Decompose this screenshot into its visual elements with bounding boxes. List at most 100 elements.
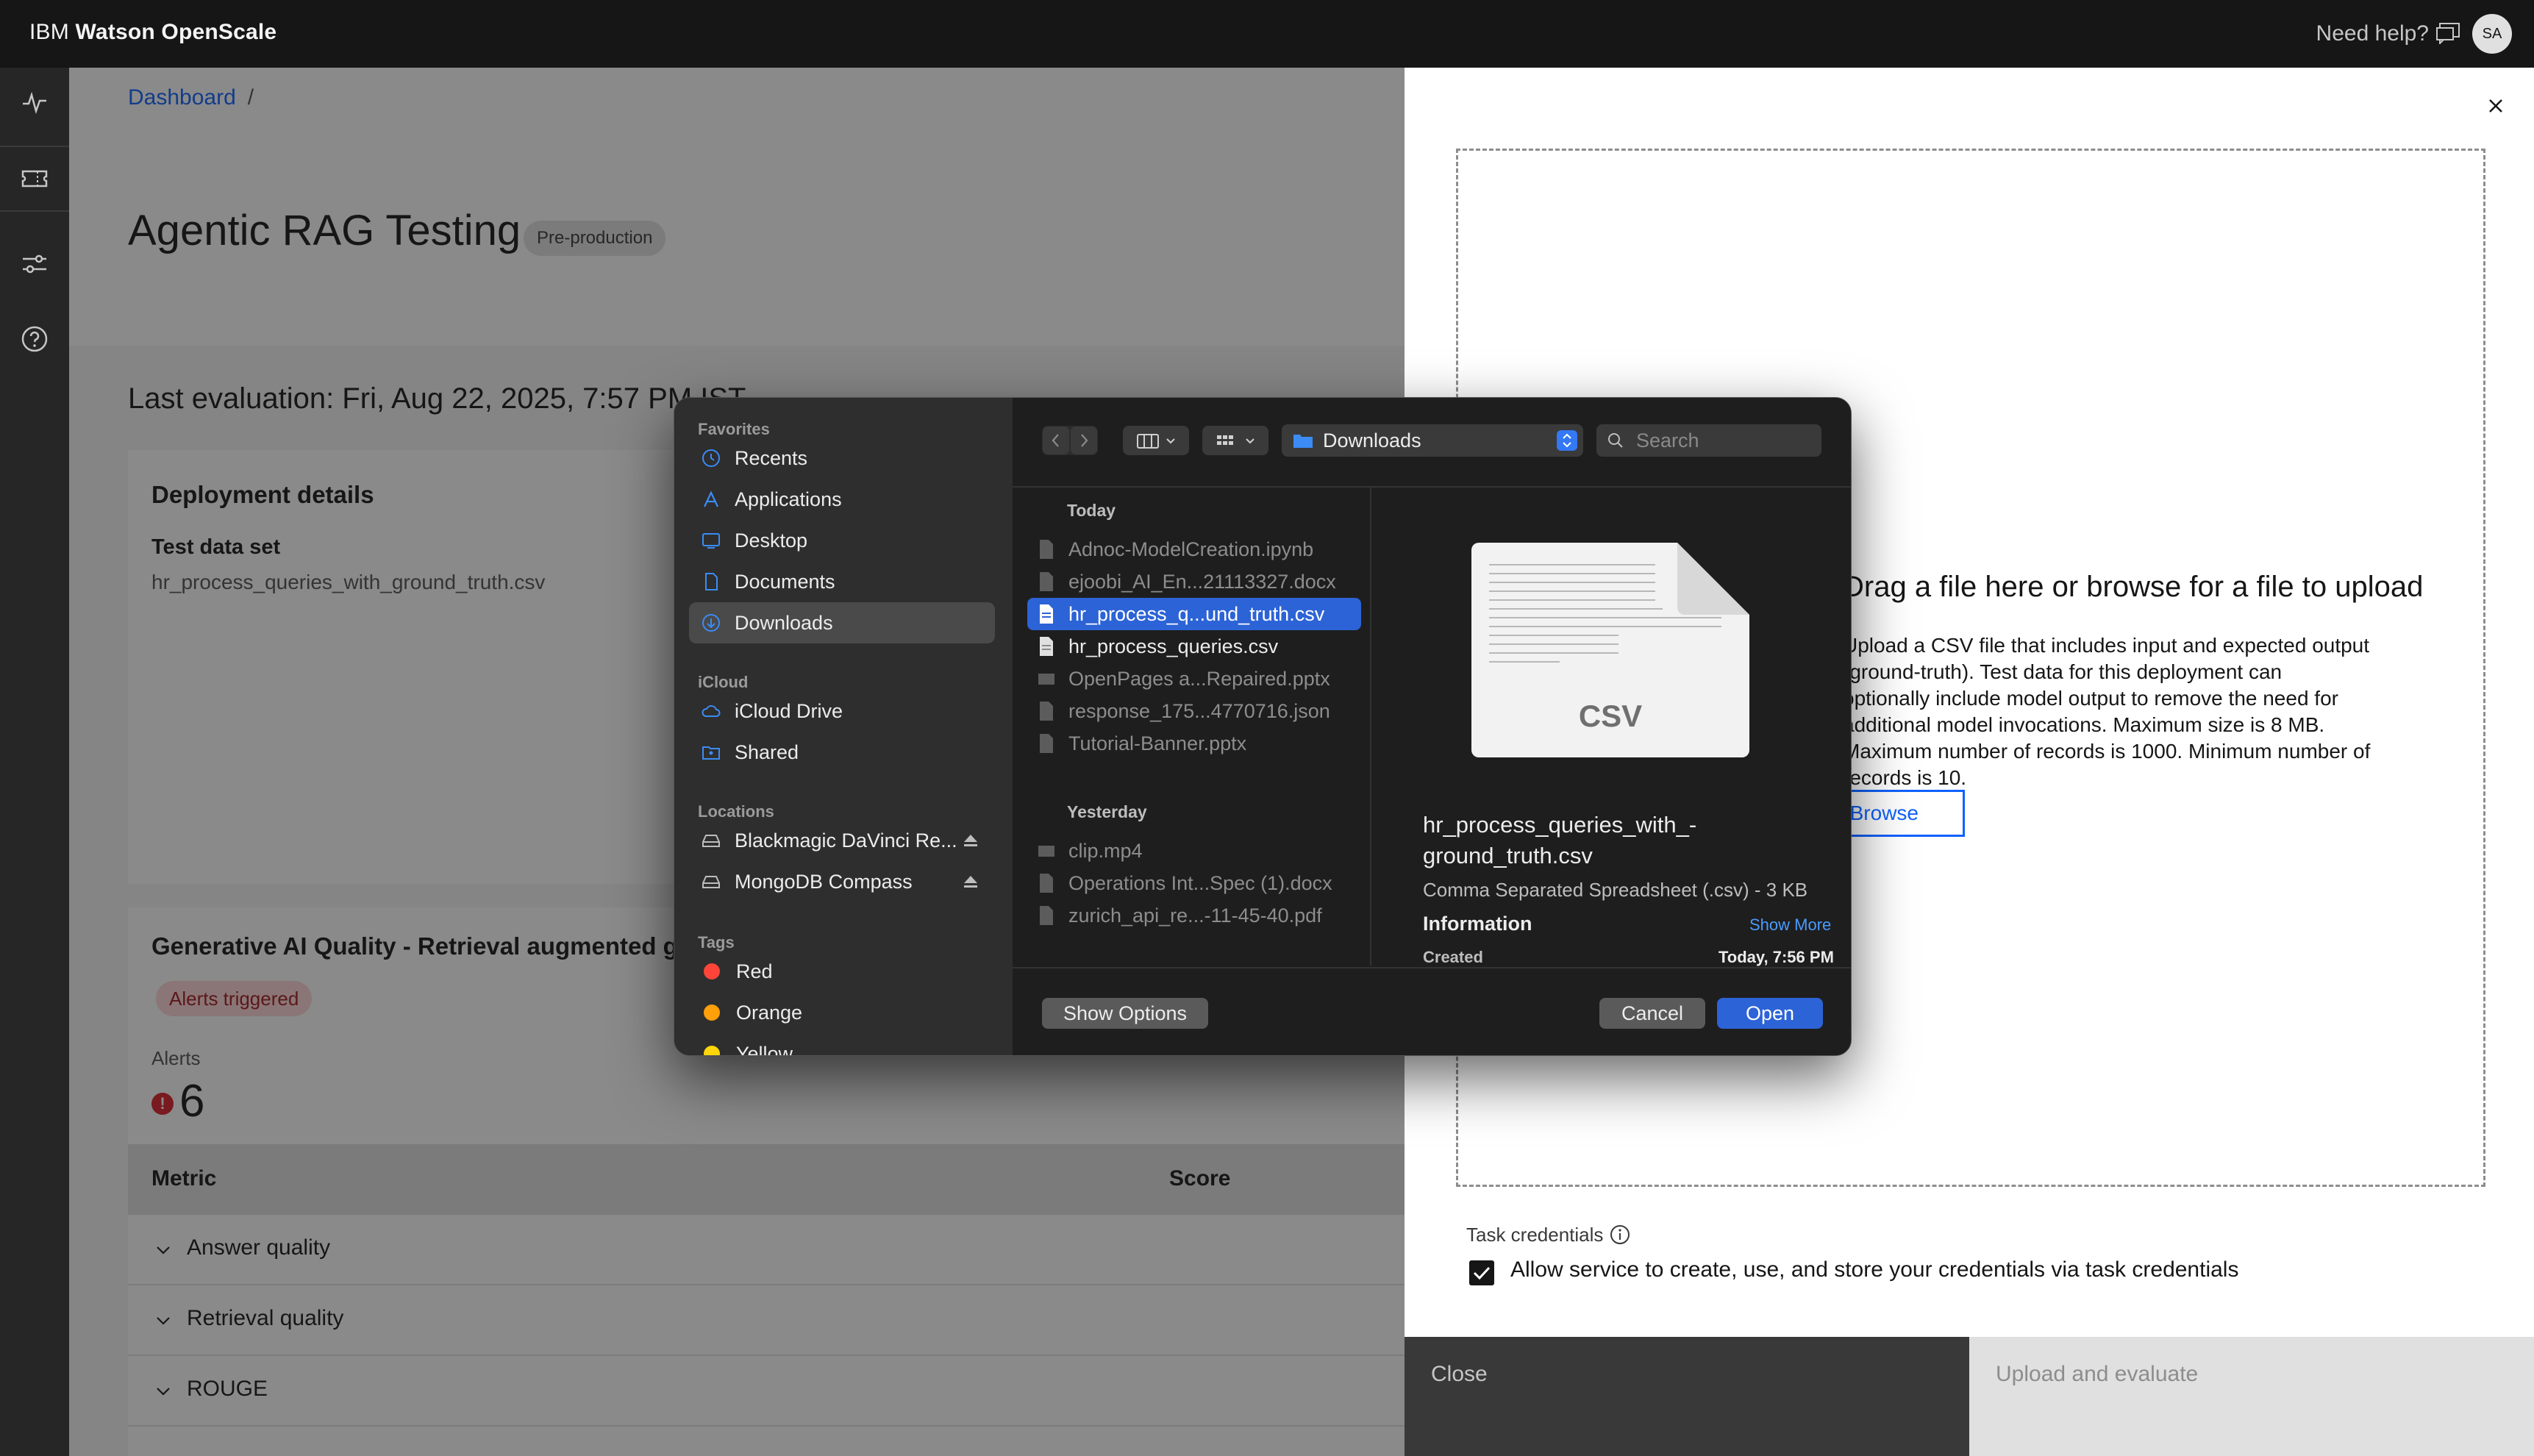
file-row[interactable]: clip.mp4 — [1027, 835, 1361, 867]
sidebar-item-downloads[interactable]: Downloads — [689, 602, 995, 643]
sidebar-item-mongodb[interactable]: MongoDB Compass — [689, 861, 995, 902]
sidebar-item-blackmagic[interactable]: Blackmagic DaVinci Re... — [689, 820, 995, 861]
file-list: Today Adnoc-ModelCreation.ipynb ejoobi_A… — [1013, 488, 1371, 966]
user-avatar[interactable]: SA — [2472, 14, 2512, 54]
file-name: hr_process_queries.csv — [1068, 635, 1279, 657]
sidebar-item-label: Blackmagic DaVinci Re... — [735, 829, 957, 852]
rail-help-button[interactable] — [0, 306, 69, 372]
panel-close-button[interactable]: Close — [1405, 1337, 1969, 1456]
view-mode-button[interactable] — [1123, 426, 1189, 455]
file-row[interactable]: hr_process_queries.csv — [1027, 630, 1361, 663]
file-row[interactable]: response_175...4770716.json — [1027, 695, 1361, 727]
file-row[interactable]: Adnoc-ModelCreation.ipynb — [1027, 533, 1361, 565]
columns-view-icon — [1137, 434, 1175, 449]
need-help-link[interactable]: Need help? — [2316, 0, 2429, 68]
eject-icon[interactable] — [963, 874, 979, 889]
file-row[interactable]: ejoobi_AI_En...21113327.docx — [1027, 565, 1361, 598]
file-icon — [1040, 734, 1053, 753]
desktop-icon — [702, 533, 720, 549]
applications-icon — [704, 490, 718, 507]
file-name: clip.mp4 — [1068, 839, 1143, 862]
ticket-icon — [21, 170, 48, 188]
search-field[interactable] — [1596, 424, 1821, 457]
sidebar-tag-red[interactable]: Red — [689, 951, 995, 992]
cloud-icon — [702, 705, 721, 717]
show-options-button[interactable]: Show Options — [1042, 998, 1208, 1029]
preview-file-name-line2: ground_truth.csv — [1423, 843, 1593, 868]
file-name: ejoobi_AI_En...21113327.docx — [1068, 570, 1336, 593]
folder-icon — [1293, 435, 1313, 448]
grid-icon — [1217, 435, 1254, 445]
csv-label: CSV — [1579, 699, 1642, 733]
file-icon — [1040, 874, 1053, 893]
eject-icon[interactable] — [963, 833, 979, 848]
file-name: response_175...4770716.json — [1068, 699, 1330, 722]
file-open-dialog: Favorites Recents Applications Desktop D… — [674, 397, 1852, 1056]
back-button[interactable] — [1043, 427, 1069, 454]
sidebar-item-recents[interactable]: Recents — [689, 438, 995, 479]
top-header-bar: IBM Watson OpenScale Need help? SA — [0, 0, 2534, 68]
file-name: Tutorial-Banner.pptx — [1068, 732, 1247, 754]
shared-folder-icon — [702, 746, 720, 760]
file-row[interactable]: Operations Int...Spec (1).docx — [1027, 867, 1361, 899]
preview-file-kind: Comma Separated Spreadsheet (.csv) - 3 K… — [1423, 879, 1808, 901]
upload-evaluate-button[interactable]: Upload and evaluate — [1969, 1337, 2534, 1456]
sidebar-item-label: Shared — [735, 741, 799, 763]
file-name: zurich_api_re...-11-45-40.pdf — [1068, 904, 1322, 927]
location-value: Downloads — [1323, 429, 1421, 452]
file-name: hr_process_q...und_truth.csv — [1068, 602, 1325, 625]
rail-evaluations-button[interactable] — [0, 146, 69, 212]
video-file-icon — [1038, 846, 1054, 857]
sidebar-item-label: Recents — [735, 446, 808, 469]
sidebar-item-label: Downloads — [735, 611, 833, 634]
rail-configure-button[interactable] — [0, 231, 69, 297]
info-icon[interactable] — [1609, 1224, 1631, 1246]
sidebar-item-label: Yellow — [736, 1042, 793, 1056]
clock-icon — [702, 449, 720, 467]
created-value: Today, 7:56 PM — [1719, 948, 1834, 966]
sidebar-tag-yellow[interactable]: Yellow — [689, 1033, 995, 1056]
close-icon[interactable] — [2481, 91, 2510, 121]
open-button[interactable]: Open — [1717, 998, 1823, 1029]
file-row[interactable]: zurich_api_re...-11-45-40.pdf — [1027, 899, 1361, 932]
sidebar-item-applications[interactable]: Applications — [689, 479, 995, 520]
sidebar-item-label: Desktop — [735, 529, 808, 552]
file-icon — [1040, 702, 1053, 721]
sidebar-item-desktop[interactable]: Desktop — [689, 520, 995, 561]
icloud-section-title: iCloud — [698, 673, 749, 691]
file-row[interactable]: Tutorial-Banner.pptx — [1027, 727, 1361, 760]
file-icon — [1040, 906, 1053, 925]
csv-document-thumbnail: CSV — [1471, 543, 1749, 757]
task-credentials-label: Task credentials — [1466, 1224, 1604, 1246]
file-row-selected[interactable]: hr_process_q...und_truth.csv — [1027, 598, 1361, 630]
presentation-file-icon — [1038, 674, 1054, 685]
nav-arrows — [1043, 427, 1097, 454]
group-by-button[interactable] — [1202, 426, 1268, 455]
red-tag-dot — [704, 963, 720, 979]
file-row[interactable]: OpenPages a...Repaired.pptx — [1027, 663, 1361, 695]
sidebar-item-shared[interactable]: Shared — [689, 732, 995, 773]
forward-button[interactable] — [1071, 427, 1097, 454]
locations-section-title: Locations — [698, 802, 774, 821]
sidebar-item-label: Documents — [735, 570, 835, 593]
sidebar-item-icloud-drive[interactable]: iCloud Drive — [689, 690, 995, 732]
credentials-checkbox[interactable] — [1469, 1260, 1494, 1285]
sidebar-tag-orange[interactable]: Orange — [689, 992, 995, 1033]
left-nav-rail — [0, 68, 69, 1456]
location-dropdown[interactable]: Downloads — [1282, 424, 1583, 457]
cancel-button[interactable]: Cancel — [1599, 998, 1705, 1029]
sidebar-item-label: MongoDB Compass — [735, 870, 913, 893]
created-label: Created — [1423, 948, 1483, 966]
chat-icon[interactable] — [2435, 22, 2460, 44]
credentials-checkbox-label[interactable]: Allow service to create, use, and store … — [1510, 1257, 2238, 1282]
show-more-link[interactable]: Show More — [1749, 916, 1831, 935]
sidebar-item-documents[interactable]: Documents — [689, 561, 995, 602]
tags-section-title: Tags — [698, 933, 735, 952]
preview-file-name: hr_process_queries_with_- ground_truth.c… — [1423, 810, 1805, 871]
rail-insights-button[interactable] — [0, 69, 69, 135]
favorites-section-title: Favorites — [698, 420, 770, 438]
sidebar-item-label: Red — [736, 960, 773, 982]
product-name[interactable]: IBM Watson OpenScale — [29, 0, 276, 68]
search-input[interactable] — [1635, 428, 1811, 453]
download-icon — [702, 614, 720, 632]
